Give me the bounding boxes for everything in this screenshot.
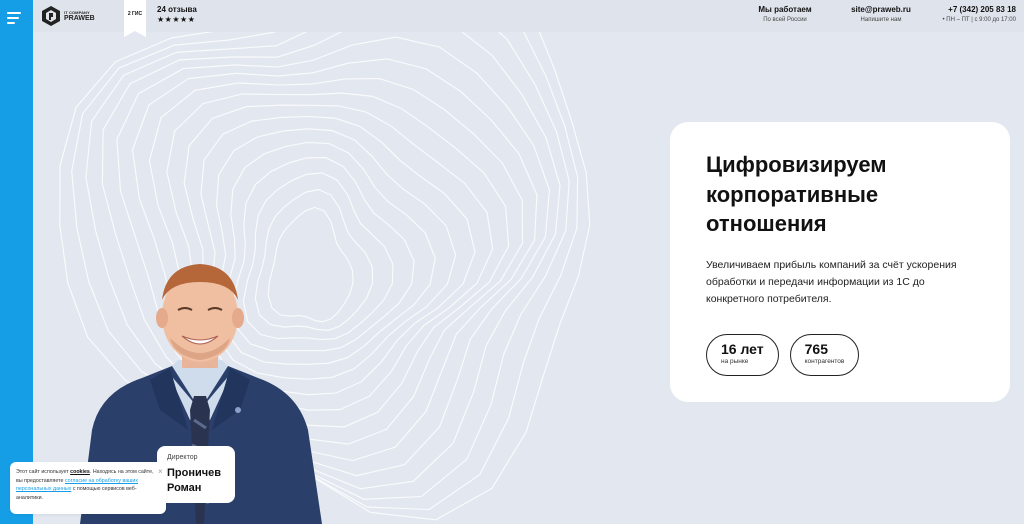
- cookie-text: Этот сайт использует cookies. Находясь н…: [16, 469, 154, 502]
- director-firstname: Роман: [167, 482, 202, 495]
- regions-subtitle: По всей России: [763, 17, 807, 23]
- email-info[interactable]: site@praweb.ru Напишите нам: [838, 5, 924, 23]
- logo[interactable]: IT COMPANY PRAWEB: [41, 5, 95, 27]
- phone-link[interactable]: +7 (342) 205 83 18: [932, 5, 1016, 14]
- logo-hexagon-icon: [42, 6, 60, 26]
- hero-description: Увеличиваем прибыль компаний за счёт уск…: [706, 259, 957, 305]
- email-link[interactable]: site@praweb.ru: [838, 5, 924, 14]
- reviews-count: 24 отзыва: [157, 5, 197, 14]
- rating-stars-icon: ★★★★★: [157, 15, 196, 24]
- header: IT COMPANY PRAWEB 2 ГИС 24 отзыва ★★★★★ …: [33, 0, 1024, 37]
- 2gis-label: 2 ГИС: [127, 11, 143, 17]
- hero-title-line: Цифровизируем: [706, 152, 887, 177]
- phone-info[interactable]: +7 (342) 205 83 18 • ПН – ПТ | с 9:00 до…: [932, 5, 1024, 23]
- director-surname: Проничев: [167, 467, 222, 479]
- cookie-notice: Этот сайт использует cookies. Находясь н…: [10, 462, 166, 514]
- email-subtitle: Напишите нам: [860, 17, 902, 23]
- logo-big-text: PRAWEB: [64, 14, 95, 22]
- reviews[interactable]: 24 отзыва ★★★★★: [157, 5, 197, 24]
- stat-counterparties: 765 контрагентов: [789, 334, 860, 376]
- director-name: Проничев Роман: [167, 466, 225, 497]
- hero-title-line: отношения: [706, 211, 827, 237]
- stat-years-number: 16 лет: [721, 341, 764, 357]
- stat-years: 16 лет на рынке: [706, 334, 779, 376]
- director-role: Директор: [167, 454, 198, 461]
- hero-card: Цифровизируем корпоративные отношения Ув…: [670, 122, 1010, 402]
- close-icon[interactable]: ×: [158, 467, 163, 476]
- stats: 16 лет на рынке 765 контрагентов: [706, 334, 860, 376]
- menu-icon[interactable]: [7, 10, 27, 26]
- hero-title: Цифровизируем корпоративные отношения: [706, 150, 974, 239]
- 2gis-badge[interactable]: 2 ГИС: [124, 0, 146, 37]
- regions-info: Мы работаем По всей России: [749, 5, 821, 23]
- hero-title-line: корпоративные: [706, 181, 879, 207]
- page: IT COMPANY PRAWEB 2 ГИС 24 отзыва ★★★★★ …: [0, 0, 1024, 524]
- working-hours: • ПН – ПТ | с 9:00 до 17:00: [942, 17, 1017, 23]
- stat-years-label: на рынке: [721, 357, 749, 365]
- regions-title: Мы работаем: [758, 5, 812, 14]
- director-card: Директор Проничев Роман: [157, 446, 235, 503]
- side-strip: [0, 0, 33, 524]
- stat-counterparties-label: контрагентов: [804, 357, 845, 365]
- stat-counterparties-number: 765: [804, 341, 828, 357]
- cookies-word: cookies: [70, 469, 90, 475]
